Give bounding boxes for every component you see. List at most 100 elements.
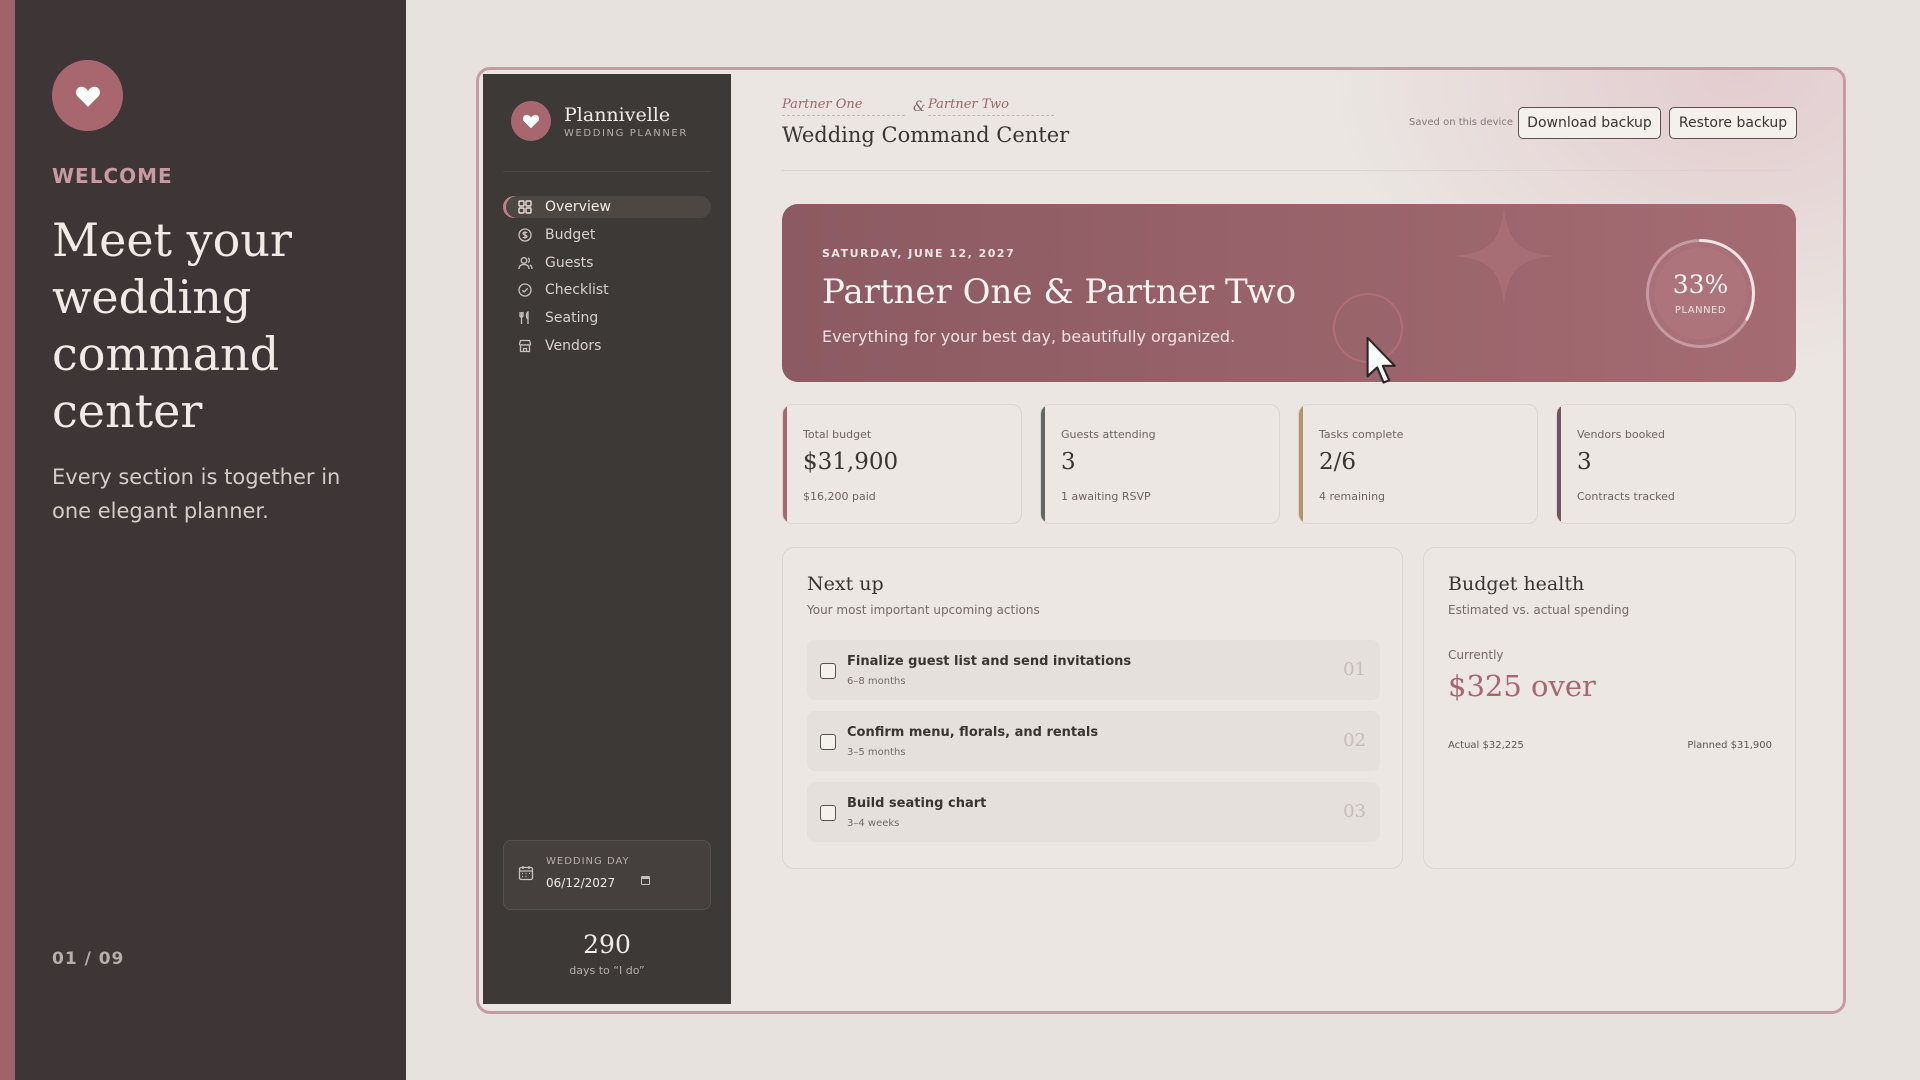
sidebar-item-checklist[interactable]: Checklist xyxy=(503,279,711,301)
progress-label: PLANNED xyxy=(1674,305,1727,316)
sidebar-item-overview[interactable]: Overview xyxy=(503,196,711,218)
wedding-date-input[interactable] xyxy=(546,874,654,892)
budget-health-subtitle: Estimated vs. actual spending xyxy=(1448,603,1630,617)
stat-sub: 1 awaiting RSVP xyxy=(1061,490,1151,503)
task-checkbox[interactable] xyxy=(820,805,836,821)
stat-sub: $16,200 paid xyxy=(803,490,876,503)
task-item: Confirm menu, florals, and rentals 3–5 m… xyxy=(807,711,1380,771)
users-icon xyxy=(517,255,533,271)
accent-strip xyxy=(0,0,15,1080)
task-title: Confirm menu, florals, and rentals xyxy=(847,725,1099,740)
brand-name: Plannivelle xyxy=(564,103,671,126)
next-up-subtitle: Your most important upcoming actions xyxy=(807,603,1040,617)
heart-icon xyxy=(522,114,540,129)
stat-accent xyxy=(1557,405,1561,523)
save-status: Saved on this device xyxy=(1409,117,1513,128)
days-countdown-label: days to “I do” xyxy=(569,964,645,977)
stat-accent xyxy=(1041,405,1045,523)
stat-sub: 4 remaining xyxy=(1319,490,1386,503)
task-item: Build seating chart 3–4 weeks 03 xyxy=(807,782,1380,842)
welcome-title: Meet your wedding command center xyxy=(52,213,292,438)
stat-card-tasks: Tasks complete 2/6 4 remaining xyxy=(1298,404,1538,524)
sidebar-item-budget[interactable]: Budget xyxy=(503,224,711,246)
partner-one-field[interactable]: Partner One xyxy=(782,97,905,116)
heart-logo xyxy=(52,60,123,131)
over-budget-amount: $325 over xyxy=(1448,669,1596,703)
stat-label: Vendors booked xyxy=(1577,428,1666,441)
restore-backup-button[interactable]: Restore backup xyxy=(1669,107,1797,139)
calendar-icon xyxy=(518,865,534,885)
stat-value: 3 xyxy=(1061,449,1076,475)
actual-spend: Actual $32,225 xyxy=(1448,740,1524,751)
sidebar-item-label: Vendors xyxy=(545,337,602,354)
budget-health-panel: Budget health Estimated vs. actual spend… xyxy=(1423,547,1796,869)
hero-subtitle: Everything for your best day, beautifull… xyxy=(822,327,1236,346)
task-title: Build seating chart xyxy=(847,796,987,811)
wedding-day-label: WEDDING DAY xyxy=(546,856,630,867)
app-sidebar: Plannivelle WEDDING PLANNER Overview Bud… xyxy=(483,74,731,1004)
sidebar-item-label: Seating xyxy=(545,310,599,327)
sidebar-item-label: Checklist xyxy=(545,282,609,299)
stat-card-guests: Guests attending 3 1 awaiting RSVP xyxy=(1040,404,1280,524)
ampersand: & xyxy=(913,99,926,115)
sidebar-item-guests[interactable]: Guests xyxy=(503,252,711,274)
task-number: 02 xyxy=(1343,730,1366,751)
page-title: Wedding Command Center xyxy=(782,123,1070,147)
app-window: Plannivelle WEDDING PLANNER Overview Bud… xyxy=(476,67,1846,1014)
brand-logo xyxy=(511,101,551,141)
stat-label: Tasks complete xyxy=(1319,428,1404,441)
sidebar-nav: Overview Budget Guests Checklist Seating… xyxy=(503,196,711,363)
stat-card-vendors: Vendors booked 3 Contracts tracked xyxy=(1556,404,1796,524)
next-up-title: Next up xyxy=(807,573,884,595)
stat-label: Guests attending xyxy=(1061,428,1156,441)
stat-accent xyxy=(783,405,787,523)
task-item: Finalize guest list and send invitations… xyxy=(807,640,1380,700)
couple-names: Partner One & Partner Two xyxy=(822,272,1297,312)
task-title: Finalize guest list and send invitations xyxy=(847,654,1132,669)
sidebar-item-label: Guests xyxy=(545,254,594,271)
days-countdown: 290 xyxy=(583,930,631,959)
heart-icon xyxy=(75,86,100,107)
download-backup-button[interactable]: Download backup xyxy=(1518,107,1661,139)
grid-icon xyxy=(517,199,533,215)
brand: Plannivelle WEDDING PLANNER xyxy=(511,101,688,141)
task-checkbox[interactable] xyxy=(820,663,836,679)
welcome-panel: WELCOME Meet your wedding command center… xyxy=(0,0,406,1080)
sidebar-item-vendors[interactable]: Vendors xyxy=(503,335,711,357)
task-timeframe: 6–8 months xyxy=(847,676,906,687)
hero-banner: SATURDAY, JUNE 12, 2027 Partner One & Pa… xyxy=(782,204,1796,382)
stat-value: 3 xyxy=(1577,449,1592,475)
mouse-cursor-icon xyxy=(1366,336,1396,384)
currently-label: Currently xyxy=(1448,648,1504,662)
planned-spend: Planned $31,900 xyxy=(1687,740,1772,751)
sidebar-item-seating[interactable]: Seating xyxy=(503,307,711,329)
stat-value: $31,900 xyxy=(803,449,899,475)
dollar-icon xyxy=(517,227,533,243)
progress-percent: 33% xyxy=(1672,270,1729,299)
sparkle-icon xyxy=(1454,206,1554,306)
budget-health-title: Budget health xyxy=(1448,573,1585,595)
partner-two-field[interactable]: Partner Two xyxy=(928,97,1054,116)
wedding-day-box: WEDDING DAY xyxy=(503,840,711,910)
next-up-panel: Next up Your most important upcoming act… xyxy=(782,547,1403,869)
task-checkbox[interactable] xyxy=(820,734,836,750)
sidebar-item-label: Budget xyxy=(545,226,596,243)
task-number: 01 xyxy=(1343,659,1366,680)
task-number: 03 xyxy=(1343,801,1366,822)
brand-tagline: WEDDING PLANNER xyxy=(564,127,688,139)
wedding-date: SATURDAY, JUNE 12, 2027 xyxy=(822,247,1016,260)
stat-label: Total budget xyxy=(803,428,872,441)
welcome-subtitle: Every section is together in one elegant… xyxy=(52,465,341,523)
divider xyxy=(782,170,1793,171)
divider xyxy=(503,171,711,172)
task-timeframe: 3–5 months xyxy=(847,747,906,758)
store-icon xyxy=(517,338,533,354)
stat-sub: Contracts tracked xyxy=(1577,490,1675,503)
stat-value: 2/6 xyxy=(1319,449,1357,475)
sidebar-item-label: Overview xyxy=(545,199,611,215)
page-indicator: 01 / 09 xyxy=(52,949,125,969)
task-timeframe: 3–4 weeks xyxy=(847,818,900,829)
check-circle-icon xyxy=(517,282,533,298)
calendar-picker-icon[interactable] xyxy=(641,876,650,885)
stat-accent xyxy=(1299,405,1303,523)
